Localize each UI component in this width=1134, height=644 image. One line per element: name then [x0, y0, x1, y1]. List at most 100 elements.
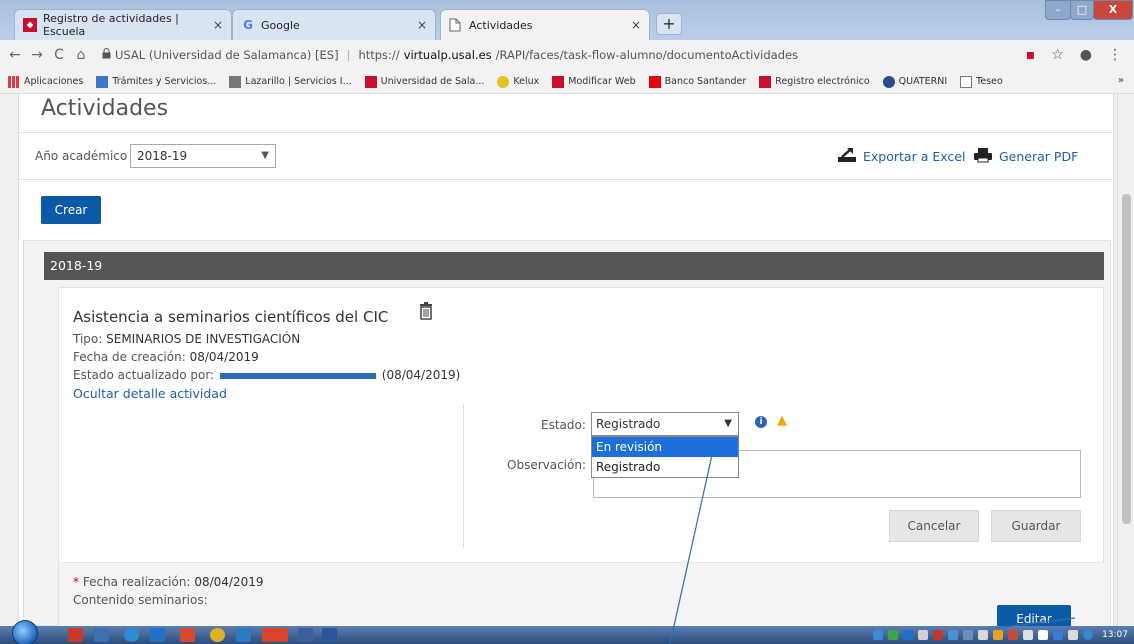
close-icon[interactable]: ×	[213, 18, 223, 32]
tray-icon[interactable]	[963, 630, 974, 640]
tray-icon[interactable]	[903, 630, 914, 640]
tray-icon[interactable]	[993, 630, 1004, 640]
close-icon[interactable]: ×	[417, 18, 427, 32]
printer-icon	[973, 147, 993, 166]
divider	[463, 404, 464, 548]
security-label: USAL (Universidad de Salamanca) [ES]	[115, 48, 339, 62]
chevron-down-icon: ▼	[724, 418, 732, 429]
scroll-thumb[interactable]	[1122, 194, 1131, 524]
tray-icon[interactable]	[873, 630, 884, 640]
hide-detail-link[interactable]: Ocultar detalle actividad	[73, 386, 227, 401]
usal-logo-icon	[23, 18, 37, 32]
estado-dropdown: En revisión Registrado	[591, 436, 739, 478]
year-select[interactable]: 2018-19 ▼	[130, 144, 276, 168]
bookmark-tramites[interactable]: Trámites y Servicios...	[96, 75, 216, 88]
url-host: virtualp.usal.es	[403, 48, 492, 62]
apps-grid-icon	[8, 75, 20, 88]
create-button[interactable]: Crear	[41, 196, 101, 224]
export-excel-link[interactable]: Exportar a Excel	[837, 147, 965, 166]
activity-title: Asistencia a seminarios científicos del …	[73, 308, 389, 326]
taskbar-app-icon[interactable]	[298, 628, 313, 642]
taskbar-app-icon[interactable]	[124, 628, 139, 642]
info-icon[interactable]: i	[755, 416, 767, 428]
document-icon	[960, 75, 973, 88]
close-window-button[interactable]: X	[1093, 0, 1133, 20]
star-icon[interactable]: ☆	[1051, 47, 1064, 63]
taskbar-app-icon[interactable]	[68, 628, 83, 642]
page-title: Actividades	[41, 96, 169, 121]
tray-icon[interactable]	[888, 630, 899, 640]
year-section-header: 2018-19	[44, 252, 1104, 280]
filter-row: Año académico 2018-19 ▼ Exportar a Excel…	[19, 132, 1115, 180]
bookmark-teseo[interactable]: Teseo	[960, 75, 1003, 88]
bookmark-universidad[interactable]: Universidad de Sala...	[364, 75, 484, 88]
menu-icon[interactable]: ⋮	[1108, 47, 1122, 63]
realization-date: * Fecha realización: 08/04/2019	[73, 575, 264, 589]
back-button[interactable]: ←	[4, 47, 26, 63]
address-bar[interactable]: USAL (Universidad de Salamanca) [ES] | h…	[115, 48, 798, 62]
activity-detail: * Fecha realización: 08/04/2019 Contenid…	[59, 562, 1105, 626]
flag-icon[interactable]	[1038, 630, 1049, 640]
maximize-button[interactable]: □	[1070, 0, 1094, 20]
edit-button[interactable]: Editar	[997, 605, 1071, 626]
main-content: Actividades Año académico 2018-19 ▼ Expo…	[18, 94, 1115, 626]
reload-button[interactable]: C	[48, 47, 70, 63]
browser-tab-strip: Registro de actividades | Escuela × G Go…	[0, 0, 1134, 40]
santander-icon	[648, 75, 661, 88]
start-button[interactable]	[12, 620, 38, 644]
warning-icon[interactable]: ▲	[777, 413, 787, 428]
tray-icon[interactable]	[918, 630, 929, 640]
estado-select[interactable]: Registrado ▼	[591, 412, 739, 436]
tray-icon[interactable]	[1008, 630, 1019, 640]
tray-icon[interactable]	[948, 630, 959, 640]
url-path: /RAPI/faces/task-flow-alumno/documentoAc…	[495, 48, 799, 62]
export-icon	[837, 147, 857, 166]
taskbar-app-icon[interactable]	[210, 628, 225, 642]
new-tab-button[interactable]: +	[656, 13, 682, 35]
taskbar-app-icon[interactable]	[180, 628, 195, 642]
redacted-name	[219, 372, 376, 379]
home-button[interactable]: ⌂	[70, 47, 92, 63]
forward-button[interactable]: →	[26, 47, 48, 63]
chevron-down-icon: ▼	[261, 150, 269, 161]
tab-actividades[interactable]: Actividades ×	[440, 9, 650, 40]
close-icon[interactable]: ×	[631, 18, 641, 32]
tray-icon[interactable]	[1053, 630, 1064, 640]
tray-icon[interactable]	[1023, 630, 1034, 640]
bookmark-kelux[interactable]: Kelux	[497, 75, 539, 88]
bookmark-aplicaciones[interactable]: Aplicaciones	[8, 75, 83, 88]
estado-option-en-revision[interactable]: En revisión	[592, 437, 738, 457]
estado-option-registrado[interactable]: Registrado	[592, 457, 738, 477]
taskbar-app-icon[interactable]	[94, 628, 109, 642]
bookmark-icon	[96, 75, 109, 88]
year-filter-label: Año académico	[35, 149, 128, 163]
minimize-button[interactable]: –	[1045, 0, 1071, 20]
chrome-icon[interactable]	[262, 628, 288, 642]
trash-icon[interactable]	[419, 302, 433, 323]
bookmark-quaterni[interactable]: QUATERNI	[882, 75, 947, 88]
tray-icon[interactable]	[978, 630, 989, 640]
profile-icon[interactable]: ●	[1080, 47, 1092, 63]
bookmarks-more-icon[interactable]: »	[1118, 75, 1124, 86]
outlook-icon[interactable]	[236, 628, 251, 642]
save-button[interactable]: Guardar	[991, 510, 1081, 542]
tray-icon[interactable]	[1083, 630, 1094, 640]
observacion-label: Observación:	[507, 458, 587, 472]
tab-google[interactable]: G Google ×	[232, 9, 436, 40]
google-icon: G	[243, 18, 253, 32]
taskbar-clock[interactable]: 13:07	[1102, 630, 1128, 640]
volume-icon[interactable]	[1068, 630, 1079, 640]
word-icon[interactable]	[322, 628, 337, 642]
bookmark-modificar-web[interactable]: Modificar Web	[552, 75, 636, 88]
tray-icon[interactable]	[933, 630, 944, 640]
bookmark-registro-electronico[interactable]: Registro electrónico	[759, 75, 870, 88]
ie-icon[interactable]	[150, 628, 165, 642]
extension-icon[interactable]: ▪	[1026, 47, 1036, 63]
generate-pdf-link[interactable]: Generar PDF	[973, 147, 1078, 166]
tab-registro-actividades[interactable]: Registro de actividades | Escuela ×	[14, 9, 232, 40]
bookmark-lazarillo[interactable]: Lazarillo | Servicios I...	[229, 75, 352, 88]
lock-icon[interactable]	[102, 48, 111, 62]
cancel-button[interactable]: Cancelar	[889, 510, 979, 542]
page-scrollbar[interactable]	[1117, 94, 1134, 626]
bookmark-santander[interactable]: Banco Santander	[648, 75, 746, 88]
